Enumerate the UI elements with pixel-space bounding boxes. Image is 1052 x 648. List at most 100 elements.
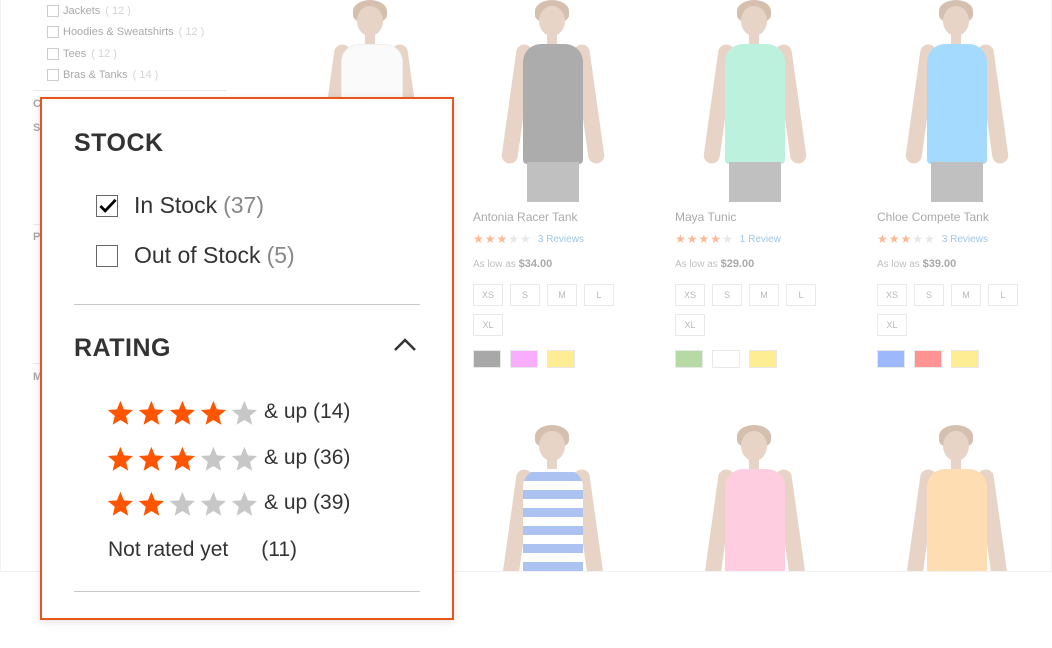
size-options: XS S M L XL xyxy=(877,284,1037,336)
filter-option-label: Out of Stock xyxy=(134,242,261,268)
star-icon: ★★★★★ xyxy=(675,232,734,246)
size-option[interactable]: L xyxy=(584,284,614,306)
color-swatch[interactable] xyxy=(712,350,740,368)
star-icon: ★★★★★ xyxy=(473,232,532,246)
rating-option-3-up[interactable]: & up (36) xyxy=(106,443,350,473)
rating-option-label: & up (36) xyxy=(264,446,351,469)
size-option[interactable]: M xyxy=(547,284,577,306)
category-label: Tees xyxy=(63,47,87,60)
product-card[interactable]: Antonia Racer Tank ★★★★★ 3 Reviews As low a… xyxy=(473,0,633,368)
category-checkbox[interactable] xyxy=(47,47,59,60)
star-icon xyxy=(169,446,195,471)
category-count: ( 12 ) xyxy=(178,26,205,39)
star-icon xyxy=(200,400,226,425)
category-checkbox[interactable] xyxy=(47,26,59,39)
category-count: ( 12 ) xyxy=(105,4,131,17)
star-icon xyxy=(107,491,133,516)
category-item-bras-tanks[interactable]: Bras & Tanks ( 14 ) xyxy=(47,65,204,87)
product-card[interactable]: Maya Tunic ★★★★★ 1 Review As low as $29.00 X… xyxy=(675,0,835,368)
product-image[interactable] xyxy=(675,425,835,571)
size-option[interactable]: S xyxy=(510,284,540,306)
rating-option-not-rated[interactable]: Not rated yet (11) xyxy=(108,538,297,562)
rating-option-label: & up (39) xyxy=(264,491,351,514)
color-swatch[interactable] xyxy=(547,350,575,368)
size-option[interactable]: S xyxy=(712,284,742,306)
product-image[interactable] xyxy=(473,0,633,202)
category-count: ( 12 ) xyxy=(91,47,117,60)
star-icon xyxy=(107,446,133,471)
color-swatch[interactable] xyxy=(914,350,942,368)
product-image[interactable] xyxy=(675,0,835,202)
size-option[interactable]: S xyxy=(914,284,944,306)
color-swatches xyxy=(675,350,835,368)
filter-option-label: In Stock xyxy=(134,192,218,218)
filter-option-out-of-stock[interactable]: Out of Stock (5) xyxy=(96,242,295,269)
size-option[interactable]: XS xyxy=(675,284,705,306)
size-options: XS S M L XL xyxy=(675,284,835,336)
product-reviews-link[interactable]: 3 Reviews xyxy=(942,234,988,245)
size-option[interactable]: XL xyxy=(877,314,907,336)
rating-stars xyxy=(106,488,262,518)
chevron-up-icon[interactable] xyxy=(392,335,418,353)
product-price: As low as $29.00 xyxy=(675,258,755,270)
size-option[interactable]: XL xyxy=(675,314,705,336)
product-rating: ★★★★★ 1 Review xyxy=(675,232,835,246)
color-swatch[interactable] xyxy=(510,350,538,368)
category-label: Hoodies & Sweatshirts xyxy=(63,26,174,39)
category-item-jackets[interactable]: Jackets ( 12 ) xyxy=(47,0,204,22)
color-swatches xyxy=(473,350,633,368)
layered-navigation-panel: STOCK In Stock (37) Out of Stock (5) RAT… xyxy=(40,97,454,620)
star-icon xyxy=(200,491,226,516)
star-icon: ★★★★★ xyxy=(877,232,936,246)
rating-filter-title[interactable]: RATING xyxy=(74,334,171,363)
size-option[interactable]: XL xyxy=(473,314,503,336)
size-option[interactable]: M xyxy=(951,284,981,306)
star-icon xyxy=(138,491,164,516)
product-image[interactable] xyxy=(877,425,1037,571)
stock-filter-title[interactable]: STOCK xyxy=(74,129,164,158)
product-reviews-link[interactable]: 3 Reviews xyxy=(538,234,584,245)
product-name[interactable]: Maya Tunic xyxy=(675,210,835,224)
filter-option-count: (37) xyxy=(223,192,265,218)
color-swatch[interactable] xyxy=(675,350,703,368)
product-card[interactable] xyxy=(675,425,835,571)
sidebar-divider xyxy=(33,90,227,91)
rating-option-label: Not rated yet xyxy=(108,538,229,561)
color-swatch[interactable] xyxy=(951,350,979,368)
product-card[interactable] xyxy=(473,425,633,571)
size-option[interactable]: XS xyxy=(473,284,503,306)
size-option[interactable]: L xyxy=(786,284,816,306)
filter-option-in-stock[interactable]: In Stock (37) xyxy=(96,192,264,219)
color-swatch[interactable] xyxy=(473,350,501,368)
product-image[interactable] xyxy=(473,425,633,571)
product-name[interactable]: Chloe Compete Tank xyxy=(877,210,1037,224)
product-rating: ★★★★★ 3 Reviews xyxy=(877,232,1037,246)
category-item-hoodies[interactable]: Hoodies & Sweatshirts ( 12 ) xyxy=(47,22,204,44)
star-icon xyxy=(107,400,133,425)
rating-option-2-up[interactable]: & up (39) xyxy=(106,488,350,518)
category-checkbox[interactable] xyxy=(47,4,59,17)
out-of-stock-checkbox[interactable] xyxy=(96,244,118,267)
product-card[interactable]: Chloe Compete Tank ★★★★★ 3 Reviews As low a… xyxy=(877,0,1037,368)
category-label: Jackets xyxy=(63,4,101,17)
rating-option-4-up[interactable]: & up (14) xyxy=(106,397,350,427)
product-price: As low as $39.00 xyxy=(877,258,957,270)
product-card[interactable] xyxy=(877,425,1037,571)
category-checkbox[interactable] xyxy=(47,69,59,82)
rating-option-label: & up (14) xyxy=(264,400,351,423)
color-swatch[interactable] xyxy=(749,350,777,368)
category-item-tees[interactable]: Tees ( 12 ) xyxy=(47,43,204,65)
size-option[interactable]: L xyxy=(988,284,1018,306)
star-icon xyxy=(231,491,257,516)
product-price: As low as $34.00 xyxy=(473,258,553,270)
product-name[interactable]: Antonia Racer Tank xyxy=(473,210,633,224)
product-reviews-link[interactable]: 1 Review xyxy=(740,234,781,245)
product-image[interactable] xyxy=(877,0,1037,202)
in-stock-checkbox[interactable] xyxy=(96,194,118,217)
size-option[interactable]: XS xyxy=(877,284,907,306)
color-swatch[interactable] xyxy=(877,350,905,368)
color-swatches xyxy=(877,350,1037,368)
category-label: Bras & Tanks xyxy=(63,69,128,82)
size-option[interactable]: M xyxy=(749,284,779,306)
filter-option-count: (5) xyxy=(266,242,295,268)
